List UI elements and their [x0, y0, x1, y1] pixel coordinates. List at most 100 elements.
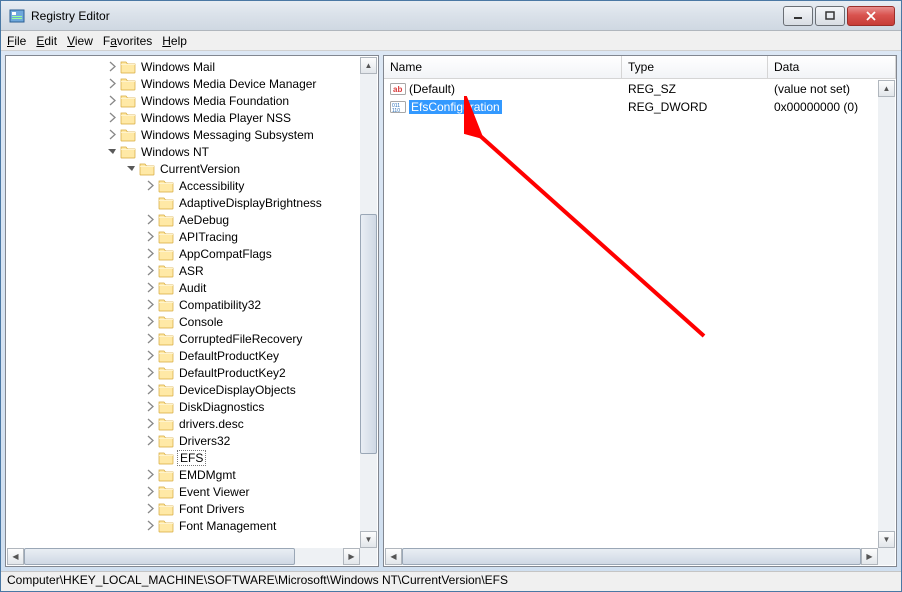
scroll-thumb-h[interactable]: [24, 548, 295, 565]
menu-help[interactable]: Help: [162, 34, 187, 48]
registry-value-row[interactable]: ab(Default)REG_SZ(value not set): [384, 80, 896, 98]
expand-icon[interactable]: [144, 230, 157, 243]
expand-icon[interactable]: [144, 366, 157, 379]
expand-icon[interactable]: [144, 468, 157, 481]
list-scrollbar-v[interactable]: ▲ ▼: [878, 80, 895, 548]
menu-edit[interactable]: Edit: [36, 34, 57, 48]
scroll-track-v[interactable]: [878, 97, 895, 531]
scroll-track-h[interactable]: [24, 548, 343, 565]
tree-scrollbar-v[interactable]: ▲ ▼: [360, 57, 377, 548]
maximize-button[interactable]: [815, 6, 845, 26]
scroll-thumb-h[interactable]: [402, 548, 861, 565]
tree-item[interactable]: DefaultProductKey: [6, 347, 378, 364]
expand-icon[interactable]: [106, 111, 119, 124]
expand-icon[interactable]: [106, 77, 119, 90]
expand-icon[interactable]: [106, 60, 119, 73]
tree-item[interactable]: Audit: [6, 279, 378, 296]
scroll-down-button[interactable]: ▼: [878, 531, 895, 548]
tree-item[interactable]: Windows Mail: [6, 58, 378, 75]
registry-tree[interactable]: Windows MailWindows Media Device Manager…: [6, 56, 378, 566]
tree-item[interactable]: Drivers32: [6, 432, 378, 449]
scroll-up-button[interactable]: ▲: [360, 57, 377, 74]
tree-item[interactable]: Windows Messaging Subsystem: [6, 126, 378, 143]
expand-icon[interactable]: [144, 196, 157, 209]
collapse-icon[interactable]: [125, 162, 138, 175]
scroll-track-h[interactable]: [402, 548, 861, 565]
tree-item[interactable]: Windows NT: [6, 143, 378, 160]
expand-icon[interactable]: [144, 179, 157, 192]
tree-item[interactable]: Windows Media Foundation: [6, 92, 378, 109]
expand-icon[interactable]: [144, 417, 157, 430]
scroll-right-button[interactable]: ▶: [861, 548, 878, 565]
list-scrollbar-h[interactable]: ◀ ▶: [385, 548, 878, 565]
expand-icon[interactable]: [144, 485, 157, 498]
tree-item[interactable]: Accessibility: [6, 177, 378, 194]
menu-view[interactable]: View: [67, 34, 93, 48]
tree-item[interactable]: drivers.desc: [6, 415, 378, 432]
tree-item[interactable]: Console: [6, 313, 378, 330]
col-type[interactable]: Type: [622, 56, 768, 78]
expand-icon[interactable]: [144, 298, 157, 311]
statusbar: Computer\HKEY_LOCAL_MACHINE\SOFTWARE\Mic…: [1, 571, 901, 591]
tree-item[interactable]: APITracing: [6, 228, 378, 245]
expand-icon[interactable]: [144, 264, 157, 277]
tree-item[interactable]: ASR: [6, 262, 378, 279]
menu-favorites[interactable]: Favorites: [103, 34, 152, 48]
expand-icon[interactable]: [144, 383, 157, 396]
expand-icon[interactable]: [144, 213, 157, 226]
tree-item[interactable]: DeviceDisplayObjects: [6, 381, 378, 398]
minimize-button[interactable]: [783, 6, 813, 26]
expand-icon[interactable]: [106, 94, 119, 107]
scroll-down-button[interactable]: ▼: [360, 531, 377, 548]
expand-icon[interactable]: [144, 434, 157, 447]
tree-item[interactable]: AdaptiveDisplayBrightness: [6, 194, 378, 211]
tree-item[interactable]: CurrentVersion: [6, 160, 378, 177]
col-name[interactable]: Name: [384, 56, 622, 78]
tree-item[interactable]: DefaultProductKey2: [6, 364, 378, 381]
menu-file[interactable]: File: [7, 34, 26, 48]
svg-text:ab: ab: [393, 85, 402, 94]
registry-value-row[interactable]: 011110EfsConfigurationREG_DWORD0x0000000…: [384, 98, 896, 116]
list-body[interactable]: ab(Default)REG_SZ(value not set)011110Ef…: [384, 79, 896, 566]
window-buttons: [781, 6, 895, 26]
expand-icon[interactable]: [144, 519, 157, 532]
value-data: 0x00000000 (0): [768, 100, 896, 114]
scroll-up-button[interactable]: ▲: [878, 80, 895, 97]
scroll-right-button[interactable]: ▶: [343, 548, 360, 565]
list-pane: Name Type Data ab(Default)REG_SZ(value n…: [383, 55, 897, 567]
tree-item[interactable]: AppCompatFlags: [6, 245, 378, 262]
scroll-thumb-v[interactable]: [360, 214, 377, 454]
titlebar[interactable]: Registry Editor: [1, 1, 901, 31]
expand-icon[interactable]: [144, 247, 157, 260]
tree-item[interactable]: Windows Media Device Manager: [6, 75, 378, 92]
scroll-left-button[interactable]: ◀: [385, 548, 402, 565]
tree-item[interactable]: AeDebug: [6, 211, 378, 228]
close-button[interactable]: [847, 6, 895, 26]
tree-item[interactable]: CorruptedFileRecovery: [6, 330, 378, 347]
status-path: Computer\HKEY_LOCAL_MACHINE\SOFTWARE\Mic…: [7, 573, 508, 587]
tree-item[interactable]: Font Drivers: [6, 500, 378, 517]
expand-icon[interactable]: [144, 400, 157, 413]
tree-item[interactable]: EFS: [6, 449, 378, 466]
tree-scrollbar-h[interactable]: ◀ ▶: [7, 548, 360, 565]
tree-pane: Windows MailWindows Media Device Manager…: [5, 55, 379, 567]
scroll-track-v[interactable]: [360, 74, 377, 531]
collapse-icon[interactable]: [106, 145, 119, 158]
tree-item[interactable]: Font Management: [6, 517, 378, 534]
expand-icon[interactable]: [106, 128, 119, 141]
expand-icon[interactable]: [144, 349, 157, 362]
tree-item[interactable]: Event Viewer: [6, 483, 378, 500]
col-data[interactable]: Data: [768, 56, 896, 78]
expand-icon[interactable]: [144, 332, 157, 345]
expand-icon[interactable]: [144, 315, 157, 328]
value-name: ab(Default): [384, 81, 622, 97]
scroll-corner: [360, 548, 377, 565]
expand-icon[interactable]: [144, 281, 157, 294]
tree-item[interactable]: DiskDiagnostics: [6, 398, 378, 415]
scroll-left-button[interactable]: ◀: [7, 548, 24, 565]
tree-item[interactable]: Windows Media Player NSS: [6, 109, 378, 126]
expand-icon[interactable]: [144, 451, 157, 464]
expand-icon[interactable]: [144, 502, 157, 515]
tree-item[interactable]: Compatibility32: [6, 296, 378, 313]
tree-item[interactable]: EMDMgmt: [6, 466, 378, 483]
